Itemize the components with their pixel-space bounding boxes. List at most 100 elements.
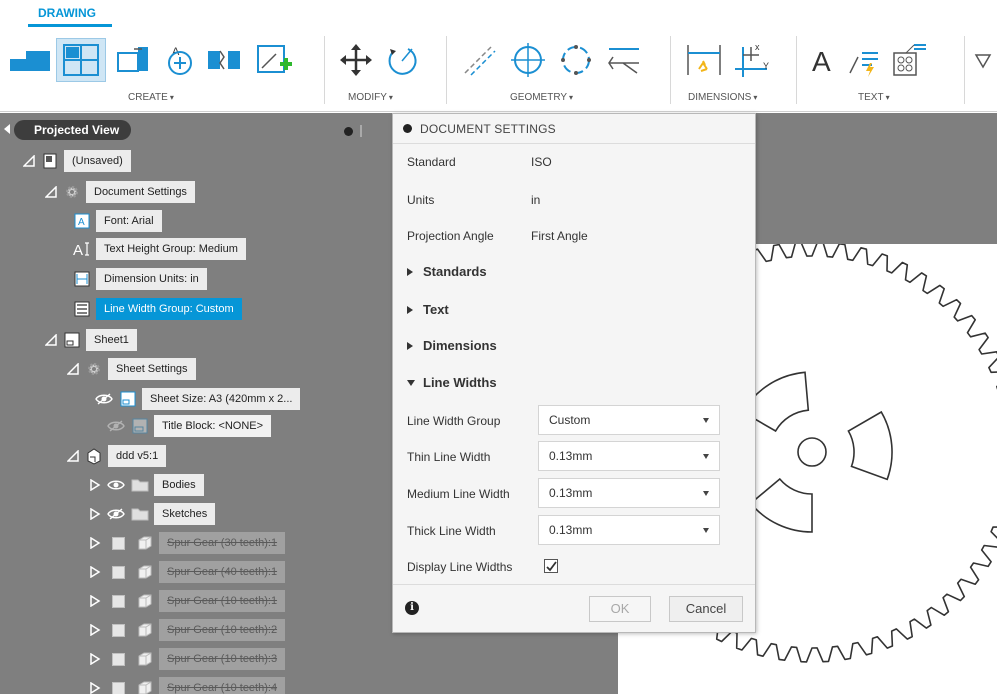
browser-panel: Projected View (Unsaved) Document Setting… <box>0 113 392 694</box>
checkmark-icon <box>546 561 557 572</box>
thick-line-width-select[interactable]: 0.13mm <box>538 515 720 545</box>
hidden-eye-icon[interactable] <box>94 391 114 407</box>
browser-node[interactable]: Document Settings <box>44 180 195 204</box>
body-icon <box>135 592 155 610</box>
text-height-icon: A <box>72 240 92 258</box>
section-view-tool-icon[interactable] <box>114 38 154 82</box>
projected-view-tool-icon[interactable] <box>56 38 106 82</box>
expand-triangle-icon[interactable] <box>88 681 102 694</box>
ok-button[interactable]: OK <box>589 596 651 622</box>
text-tool-icon[interactable]: A <box>806 38 842 82</box>
browser-node[interactable]: A Text Height Group: Medium <box>72 237 246 261</box>
browser-node[interactable]: Sheet Size: A3 (420mm x 2... <box>94 387 301 411</box>
visibility-checkbox[interactable] <box>112 536 125 550</box>
browser-node[interactable]: Title Block: <NONE> <box>106 414 272 438</box>
visibility-checkbox[interactable] <box>112 652 125 666</box>
ordinate-dimension-tool-icon[interactable]: xY <box>730 38 774 82</box>
expand-triangle-icon[interactable] <box>88 536 102 550</box>
browser-node[interactable]: Sketches <box>88 502 216 526</box>
group-separator <box>324 36 325 104</box>
text-group-label[interactable]: TEXT ▾ <box>858 92 890 103</box>
browser-node[interactable]: Spur Gear (10 teeth):2 <box>88 618 286 642</box>
browser-node[interactable]: Spur Gear (10 teeth):1 <box>88 589 286 613</box>
thin-line-width-select[interactable]: 0.13mm <box>538 441 720 471</box>
group-separator <box>796 36 797 104</box>
browser-node[interactable]: Sheet Settings <box>66 357 196 381</box>
hidden-eye-icon[interactable] <box>106 506 126 522</box>
collapse-triangle-icon[interactable] <box>22 154 36 168</box>
section-dimensions[interactable]: Dimensions <box>407 338 497 353</box>
geometry-group-label[interactable]: GEOMETRY ▾ <box>510 92 573 103</box>
dropdown-arrow-icon <box>703 528 709 533</box>
browser-node[interactable]: Dimension Units: in <box>72 267 207 291</box>
expand-triangle-icon[interactable] <box>88 565 102 579</box>
browser-node-label: Sheet1 <box>86 329 137 351</box>
visibility-checkbox[interactable] <box>112 594 125 608</box>
browser-pin-icon[interactable] <box>360 125 362 137</box>
dialog-options-icon[interactable] <box>403 124 412 133</box>
browser-options-icon[interactable] <box>344 127 353 136</box>
line-width-group-select[interactable]: Custom <box>538 405 720 435</box>
body-icon <box>135 679 155 694</box>
visibility-eye-icon[interactable] <box>106 477 126 493</box>
hidden-eye-icon[interactable] <box>106 418 126 434</box>
dimensions-group-label[interactable]: DIMENSIONS ▾ <box>688 92 757 103</box>
collapse-triangle-icon[interactable] <box>66 362 80 376</box>
visibility-checkbox[interactable] <box>112 565 125 579</box>
section-text[interactable]: Text <box>407 302 449 317</box>
expand-triangle-icon[interactable] <box>88 652 102 666</box>
dropdown-arrow-icon <box>703 454 709 459</box>
browser-node[interactable]: Sheet1 <box>44 328 137 352</box>
expand-triangle-icon[interactable] <box>88 594 102 608</box>
browser-title[interactable]: Projected View <box>14 120 132 140</box>
browser-node[interactable]: Spur Gear (30 teeth):1 <box>88 531 286 555</box>
expand-triangle-icon[interactable] <box>88 478 102 492</box>
dimension-tool-icon[interactable] <box>682 38 726 82</box>
browser-node[interactable]: Spur Gear (40 teeth):1 <box>88 560 286 584</box>
collapse-triangle-icon[interactable] <box>66 449 80 463</box>
collapse-arrow-icon[interactable] <box>4 124 10 134</box>
browser-node[interactable]: (Unsaved) <box>22 149 131 173</box>
move-tool-icon[interactable] <box>336 38 376 82</box>
collapse-triangle-icon[interactable] <box>44 185 58 199</box>
info-icon[interactable]: i <box>405 601 419 615</box>
visibility-checkbox[interactable] <box>112 681 125 694</box>
group-separator <box>964 36 965 104</box>
base-view-tool-icon[interactable] <box>8 38 52 82</box>
display-line-widths-checkbox[interactable] <box>544 559 558 573</box>
modify-group-label[interactable]: MODIFY ▾ <box>348 92 393 103</box>
sheet-size-icon <box>118 390 138 408</box>
browser-node[interactable]: ddd v5:1 <box>66 444 167 468</box>
centerline-tool-icon[interactable] <box>458 38 502 82</box>
break-view-tool-icon[interactable] <box>204 38 244 82</box>
surface-texture-tool-icon[interactable] <box>888 38 930 82</box>
expand-triangle-icon[interactable] <box>88 623 102 637</box>
section-line-widths[interactable]: Line Widths <box>407 375 497 390</box>
browser-node-label: Font: Arial <box>96 210 162 232</box>
browser-node[interactable]: Spur Gear (10 teeth):4 <box>88 676 286 694</box>
sketch-tool-icon[interactable] <box>250 38 298 82</box>
rotate-tool-icon[interactable] <box>382 38 422 82</box>
leader-tool-icon[interactable] <box>844 38 884 82</box>
browser-node-label: Sheet Size: A3 (420mm x 2... <box>142 388 301 410</box>
center-mark-tool-icon[interactable] <box>506 38 550 82</box>
cancel-button[interactable]: Cancel <box>669 596 743 622</box>
section-standards[interactable]: Standards <box>407 264 487 279</box>
medium-line-width-select[interactable]: 0.13mm <box>538 478 720 508</box>
gear-slot <box>749 477 813 533</box>
center-mark-pattern-tool-icon[interactable] <box>554 38 598 82</box>
edge-extension-tool-icon[interactable] <box>602 38 646 82</box>
expand-triangle-icon[interactable] <box>88 507 102 521</box>
browser-node[interactable]: Line Width Group: Custom <box>72 297 242 321</box>
browser-node[interactable]: Spur Gear (10 teeth):3 <box>88 647 286 671</box>
expand-arrow-icon <box>407 341 413 350</box>
visibility-checkbox[interactable] <box>112 623 125 637</box>
browser-node-label: Spur Gear (10 teeth):3 <box>159 648 286 670</box>
browser-node[interactable]: A Font: Arial <box>72 209 162 233</box>
browser-node[interactable]: Bodies <box>88 473 204 497</box>
collapse-triangle-icon[interactable] <box>44 333 58 347</box>
detail-view-tool-icon[interactable]: A <box>160 38 200 82</box>
workspace-tab-drawing[interactable]: DRAWING <box>38 6 96 20</box>
create-group-label[interactable]: CREATE ▾ <box>128 92 174 103</box>
symbols-tool-icon[interactable] <box>970 38 996 82</box>
